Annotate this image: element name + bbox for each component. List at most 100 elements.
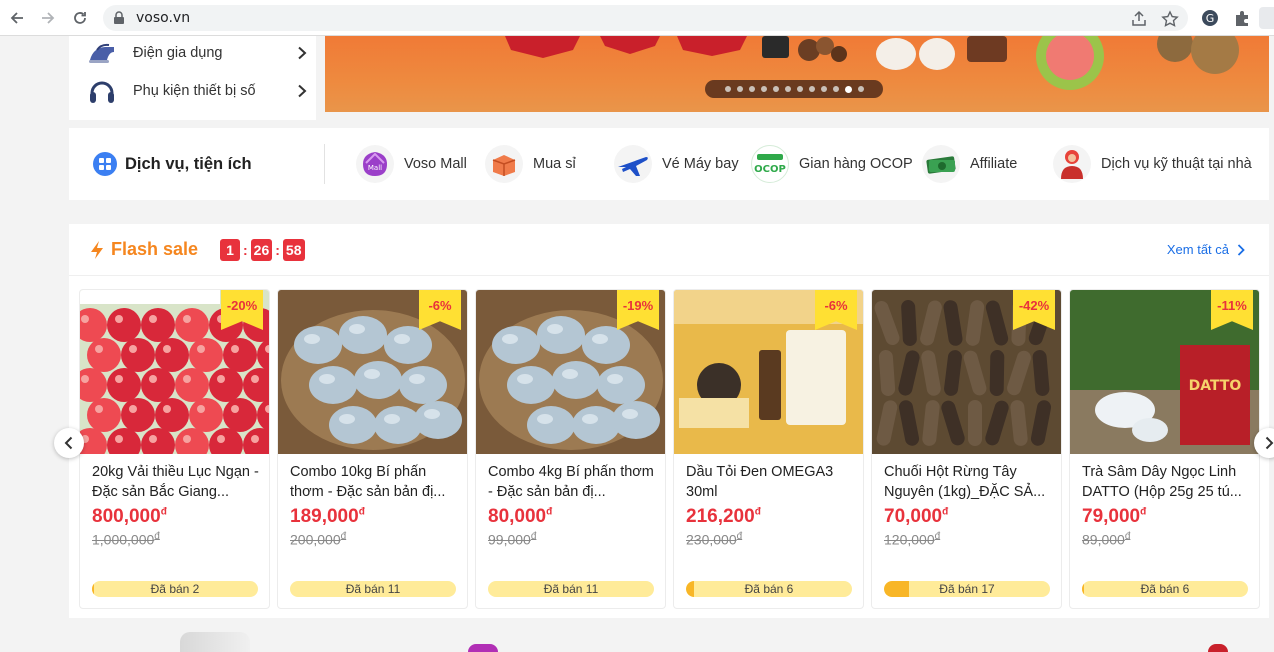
product-card[interactable]: -20% 20kg Vải thiều Lục Ngạn - Đặc sản B… xyxy=(79,289,270,609)
product-card[interactable]: -6% Combo 10kg Bí phấn thơm - Đặc sản bả… xyxy=(277,289,468,609)
svg-text:DATTO: DATTO xyxy=(1189,378,1242,394)
extensions-puzzle-icon[interactable] xyxy=(1233,9,1251,27)
extension-grammar-icon[interactable]: G xyxy=(1201,9,1219,27)
category-menu: Điện gia dụng Phụ kiện thiết bị số xyxy=(69,36,316,120)
banner-dot[interactable] xyxy=(760,86,767,92)
chevron-right-icon xyxy=(298,46,307,60)
promo-banner[interactable] xyxy=(325,36,1269,112)
countdown-timer: 1 : 26 : 58 xyxy=(220,239,305,261)
product-name: Dầu Tỏi Đen OMEGA3 30ml xyxy=(686,464,834,500)
product-old-price: 230,000đ xyxy=(686,531,743,548)
services-divider xyxy=(324,144,325,184)
service-dich-vu-ky-thuat[interactable]: Dịch vụ kỹ thuật tại nhà xyxy=(1053,144,1252,184)
back-arrow-icon xyxy=(10,12,23,24)
timer-hours: 1 xyxy=(220,239,240,261)
chevron-right-icon xyxy=(1265,436,1274,450)
chevron-right-icon xyxy=(298,84,307,98)
product-card[interactable]: -42% Chuối Hột Rừng Tây Nguyên (1kg)_ĐẶC… xyxy=(871,289,1062,609)
sold-count: Đã bán 17 xyxy=(939,582,995,596)
lock-icon xyxy=(114,11,124,24)
iron-icon xyxy=(89,43,114,63)
next-section-peek-icon xyxy=(468,644,498,652)
banner-dot[interactable] xyxy=(832,86,839,92)
banner-dot[interactable] xyxy=(724,86,731,92)
forward-button[interactable] xyxy=(37,7,59,29)
product-card[interactable]: -19% Combo 4kg Bí phấn thơm - Đặc sản bả… xyxy=(475,289,666,609)
banner-dot[interactable] xyxy=(736,86,743,92)
service-gian-hang-ocop[interactable]: OCOP Gian hàng OCOP xyxy=(751,144,913,184)
sold-progress-bar: Đã bán 11 xyxy=(290,581,456,597)
headphones-icon xyxy=(90,81,114,103)
product-price: 79,000đ xyxy=(1082,506,1147,527)
banner-dot[interactable] xyxy=(820,86,827,92)
timer-minutes: 26 xyxy=(250,239,273,261)
product-card[interactable]: DATTO -11% Trà Sâm Dây Ngọc Linh DATTO (… xyxy=(1069,289,1260,609)
banner-dot[interactable] xyxy=(784,86,791,92)
money-icon xyxy=(922,145,960,183)
product-old-price: 200,000đ xyxy=(290,531,347,548)
chevron-right-icon xyxy=(1237,243,1245,256)
product-name: Combo 4kg Bí phấn thơm - Đặc sản bản đị.… xyxy=(488,464,654,500)
banner-dot[interactable] xyxy=(796,86,803,92)
banner-dot[interactable] xyxy=(808,86,815,92)
product-old-price: 89,000đ xyxy=(1082,531,1131,548)
product-price: 216,200đ xyxy=(686,506,761,527)
product-price: 80,000đ xyxy=(488,506,553,527)
product-old-price: 120,000đ xyxy=(884,531,941,548)
banner-dot[interactable] xyxy=(844,85,852,93)
flash-sale-title: Flash sale xyxy=(111,239,199,259)
category-item-dien-gia-dung[interactable]: Điện gia dụng xyxy=(87,36,309,70)
product-old-price: 99,000đ xyxy=(488,531,537,548)
banner-pagination[interactable] xyxy=(705,80,883,98)
service-affiliate[interactable]: Affiliate xyxy=(922,144,1017,184)
carousel-prev-button[interactable] xyxy=(54,428,84,458)
back-button[interactable] xyxy=(6,7,28,29)
sold-progress-bar: Đã bán 2 xyxy=(92,581,258,597)
service-voso-mall[interactable]: Mall Voso Mall xyxy=(356,144,467,184)
banner-dot[interactable] xyxy=(857,86,864,92)
reload-icon xyxy=(74,12,86,24)
product-price: 189,000đ xyxy=(290,506,365,527)
url-text: voso.vn xyxy=(136,10,191,26)
service-ve-may-bay[interactable]: Vé Máy bay xyxy=(614,144,739,184)
sold-progress-bar: Đã bán 6 xyxy=(686,581,852,597)
forward-arrow-icon xyxy=(42,12,55,24)
sold-count: Đã bán 6 xyxy=(744,582,794,596)
svg-text:G: G xyxy=(1206,12,1215,25)
sold-progress-bar: Đã bán 11 xyxy=(488,581,654,597)
grid-icon xyxy=(93,152,117,176)
share-icon[interactable] xyxy=(1130,10,1148,28)
timer-seconds: 58 xyxy=(282,239,305,261)
service-mua-si[interactable]: Mua sỉ xyxy=(485,144,576,184)
category-item-phu-kien-thiet-bi-so[interactable]: Phụ kiện thiết bị số xyxy=(87,74,309,108)
lightning-icon xyxy=(91,240,103,259)
see-all-link[interactable]: Xem tất cả xyxy=(1167,242,1245,257)
banner-dot[interactable] xyxy=(772,86,779,92)
sold-count: Đã bán 11 xyxy=(345,582,401,596)
svg-text:OCOP: OCOP xyxy=(754,164,786,175)
profile-button-edge[interactable] xyxy=(1259,7,1274,29)
next-section-peek-image xyxy=(180,632,250,652)
product-name: Trà Sâm Dây Ngọc Linh DATTO (Hộp 25g 25 … xyxy=(1082,464,1242,500)
reload-button[interactable] xyxy=(69,7,91,29)
technician-icon xyxy=(1053,145,1091,183)
banner-dot[interactable] xyxy=(748,86,755,92)
next-section-peek-icon xyxy=(1208,644,1228,652)
banner-artwork-image xyxy=(505,36,1239,90)
product-name: 20kg Vải thiều Lục Ngạn - Đặc sản Bắc Gi… xyxy=(92,464,259,500)
sold-count: Đã bán 6 xyxy=(1140,582,1190,596)
product-price: 800,000đ xyxy=(92,506,167,527)
voso-mall-icon: Mall xyxy=(356,145,394,183)
product-card[interactable]: -6% Dầu Tỏi Đen OMEGA3 30ml 216,200đ 230… xyxy=(673,289,864,609)
sold-count: Đã bán 11 xyxy=(543,582,599,596)
ocop-icon: OCOP xyxy=(751,145,789,183)
address-bar[interactable]: voso.vn xyxy=(103,5,1188,31)
bookmark-star-icon[interactable] xyxy=(1161,10,1179,28)
wholesale-box-icon xyxy=(485,145,523,183)
services-section: Dịch vụ, tiện ích Mall Voso Mall Mua sỉ … xyxy=(69,128,1269,200)
airplane-icon xyxy=(614,145,652,183)
sold-progress-bar: Đã bán 6 xyxy=(1082,581,1248,597)
services-title: Dịch vụ, tiện ích xyxy=(93,152,252,176)
sold-progress-bar: Đã bán 17 xyxy=(884,581,1050,597)
browser-toolbar: voso.vn G xyxy=(0,0,1274,36)
